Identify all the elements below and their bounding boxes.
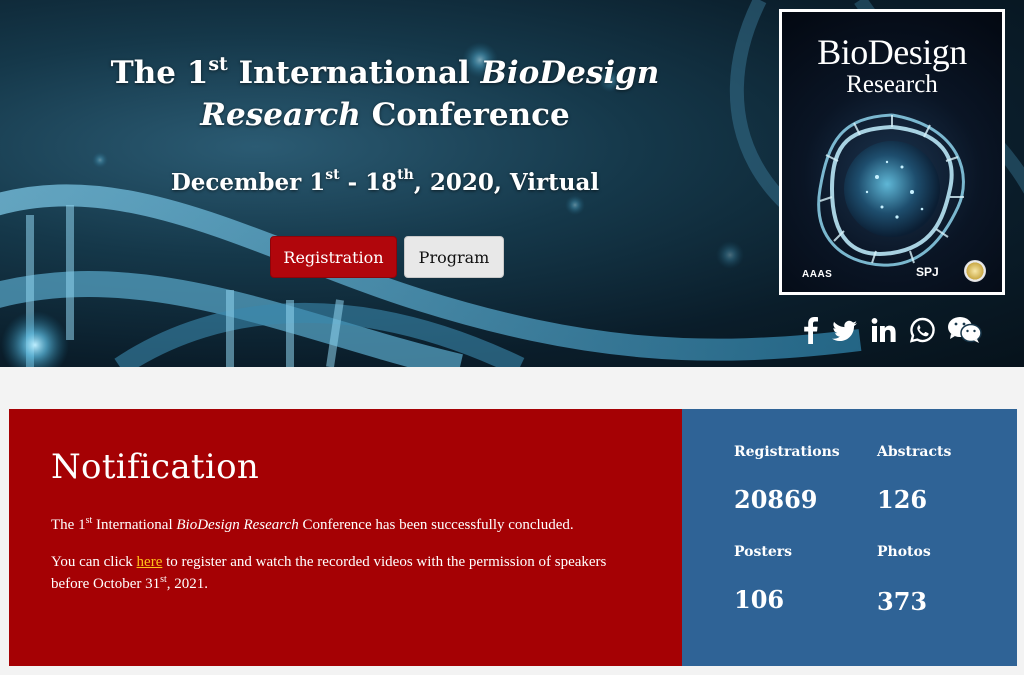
linkedin-icon[interactable] xyxy=(871,316,897,344)
journal-cover[interactable]: BioDesign Research AAAS SPJ xyxy=(779,9,1005,295)
stat-value-abstracts: 126 xyxy=(877,485,928,514)
recorded-videos-message: You can click here to register and watch… xyxy=(51,551,611,595)
hero-banner: The 1st International BioDesign Research… xyxy=(0,0,1024,367)
title-ordinal: st xyxy=(208,52,228,75)
notification-heading: Notification xyxy=(51,447,260,487)
message-text: Conference has been successfully conclud… xyxy=(298,517,574,533)
title-text: The 1 xyxy=(110,55,209,91)
statistics-panel: Registrations 20869 Abstracts 126 Poster… xyxy=(682,409,1017,666)
aaas-logo: AAAS xyxy=(802,269,833,280)
message-ordinal: st xyxy=(160,574,167,585)
program-button[interactable]: Program xyxy=(404,236,504,278)
journal-cover-art: BioDesign Research AAAS SPJ xyxy=(782,12,1002,292)
registration-button[interactable]: Registration xyxy=(270,236,397,278)
stat-value-registrations: 20869 xyxy=(734,485,818,514)
message-journal-name: BioDesign Research xyxy=(176,517,299,533)
stat-value-photos: 373 xyxy=(877,587,928,616)
date-text: - 18 xyxy=(339,169,398,196)
conference-title: The 1st International BioDesign Research… xyxy=(70,52,700,136)
conference-date: December 1st - 18th, 2020, Virtual xyxy=(70,166,700,200)
cover-title: BioDesign xyxy=(817,32,967,72)
twitter-icon[interactable] xyxy=(832,316,858,344)
date-ordinal: st xyxy=(325,167,340,184)
cover-subtitle: Research xyxy=(846,71,938,98)
university-seal-icon xyxy=(964,260,986,282)
facebook-icon[interactable] xyxy=(801,316,819,344)
register-here-link[interactable]: here xyxy=(137,554,163,570)
date-text: , 2020, Virtual xyxy=(413,169,600,196)
message-text: International xyxy=(92,517,177,533)
stat-value-posters: 106 xyxy=(734,585,785,614)
spj-logo: SPJ xyxy=(916,265,939,279)
date-text: December 1 xyxy=(170,169,326,196)
dna-globe-illustration xyxy=(817,113,965,267)
stat-label-photos: Photos xyxy=(877,544,931,560)
stat-label-posters: Posters xyxy=(734,544,793,560)
stat-label-abstracts: Abstracts xyxy=(877,444,952,460)
message-text: You can click xyxy=(51,554,137,570)
title-text: International xyxy=(227,55,481,91)
notification-panel: Notification The 1st International BioDe… xyxy=(9,409,682,666)
date-ordinal: th xyxy=(397,167,414,184)
title-text: Conference xyxy=(360,97,570,133)
conclusion-message: The 1st International BioDesign Research… xyxy=(51,514,651,536)
stat-label-registrations: Registrations xyxy=(734,444,840,460)
message-text: The 1 xyxy=(51,517,86,533)
wechat-icon[interactable] xyxy=(947,316,983,344)
message-text: , 2021. xyxy=(166,576,209,592)
whatsapp-icon[interactable] xyxy=(909,316,936,344)
